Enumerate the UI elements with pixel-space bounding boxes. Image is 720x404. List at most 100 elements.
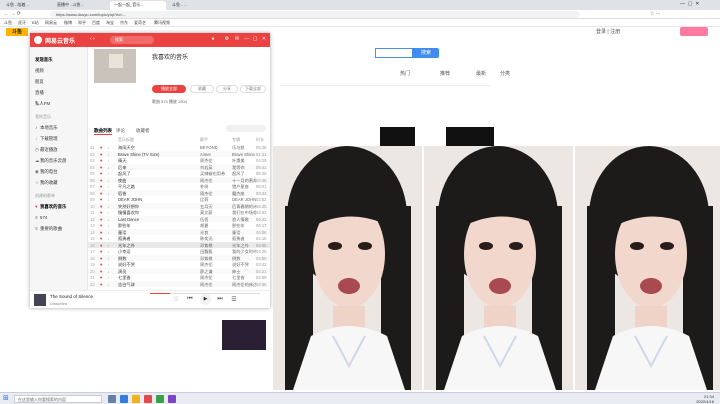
task-view-icon[interactable] xyxy=(108,395,116,403)
back-forward-icon[interactable]: ‹ › xyxy=(90,36,95,42)
sidebar-item-collection[interactable]: ☆我的收藏 xyxy=(35,180,58,186)
bookmark[interactable]: 爱奇艺 xyxy=(134,20,146,26)
sidebar-item-fm[interactable]: 私人FM xyxy=(35,101,50,107)
download-icon[interactable]: ↓ xyxy=(107,262,109,267)
player-search-input[interactable]: 搜索 xyxy=(110,36,154,44)
heart-icon[interactable]: ♥ xyxy=(100,197,103,202)
register-link[interactable]: 注册 xyxy=(610,29,620,35)
app-icon[interactable] xyxy=(156,395,164,403)
download-all-button[interactable]: 下载全部 xyxy=(240,85,266,93)
site-section-tab[interactable]: 最新 xyxy=(476,70,486,77)
bookmark[interactable]: 京东 xyxy=(120,20,128,26)
bookmark[interactable]: 知乎 xyxy=(78,20,86,26)
maximize-icon[interactable]: ▢ xyxy=(252,36,258,44)
tab-comments[interactable]: 评论 xyxy=(116,128,125,134)
column-header-title[interactable]: 音乐标题 xyxy=(118,137,134,143)
bookmark[interactable]: 虎牙 xyxy=(18,20,26,26)
heart-icon[interactable]: ♥ xyxy=(100,158,103,163)
previous-icon[interactable]: ⏮ xyxy=(186,296,194,303)
playlist-icon[interactable]: ☰ xyxy=(230,296,238,303)
song-artist[interactable]: Aimer xyxy=(200,152,230,157)
download-icon[interactable]: ↓ xyxy=(107,210,109,215)
video-thumbnail[interactable] xyxy=(222,320,266,350)
download-icon[interactable]: ↓ xyxy=(107,197,109,202)
collect-button[interactable]: 收藏 xyxy=(190,85,214,93)
bookmark[interactable]: 淘宝 xyxy=(106,20,114,26)
download-icon[interactable]: ↓ xyxy=(107,243,109,248)
column-header-time[interactable]: 时长 xyxy=(256,137,264,143)
heart-icon[interactable]: ♥ xyxy=(100,152,103,157)
heart-icon[interactable]: ♥ xyxy=(100,223,103,228)
download-icon[interactable]: ↓ xyxy=(107,249,109,254)
sidebar-item-discover[interactable]: 发现音乐 xyxy=(35,57,53,63)
song-album[interactable]: DEAR JOHN xyxy=(232,197,256,202)
heart-icon[interactable]: ♥ xyxy=(100,184,103,189)
site-logo[interactable]: 斗鱼 xyxy=(6,28,28,36)
play-button[interactable]: ▶ xyxy=(200,294,211,305)
site-section-tab[interactable]: 分类 xyxy=(500,70,510,77)
video-thumbnail[interactable] xyxy=(380,127,415,147)
browser-tab[interactable]: 斗鱼 - ... xyxy=(168,1,216,10)
download-icon[interactable]: ↓ xyxy=(107,191,109,196)
heart-icon[interactable]: ♥ xyxy=(100,171,103,176)
song-artist[interactable]: 周杰伦 xyxy=(200,282,230,288)
column-header-album[interactable]: 专辑 xyxy=(232,137,240,143)
now-playing-title[interactable]: The Sound of Silence xyxy=(50,294,93,299)
mail-icon[interactable]: ✉ xyxy=(234,36,240,44)
download-icon[interactable]: ↓ xyxy=(107,230,109,235)
download-icon[interactable]: ↓ xyxy=(107,236,109,241)
sidebar-item-playlist[interactable]: ≡ 重要的歌曲 xyxy=(35,226,62,232)
song-album[interactable]: Brave Shine xyxy=(232,152,256,157)
heart-icon[interactable]: ♥ xyxy=(100,178,103,183)
heart-icon[interactable]: ♥ xyxy=(100,275,103,280)
sidebar-item-local[interactable]: ♪ 本地音乐 xyxy=(35,125,58,131)
video-feed[interactable] xyxy=(424,146,573,390)
site-live-button[interactable] xyxy=(680,27,708,36)
site-section-tab[interactable]: 热门 xyxy=(400,70,410,77)
heart-icon[interactable]: ♥ xyxy=(100,210,103,215)
download-icon[interactable]: ↓ xyxy=(107,165,109,170)
heart-icon[interactable]: ♥ xyxy=(100,145,103,150)
song-title[interactable]: 告白气球 xyxy=(118,282,198,288)
heart-icon[interactable]: ♥ xyxy=(100,165,103,170)
now-playing-artist[interactable]: Disturbed xyxy=(50,301,67,306)
song-artist[interactable]: BEYOND xyxy=(200,145,230,150)
sidebar-item-cloud[interactable]: ☁我的音乐云盘 xyxy=(35,158,66,164)
download-icon[interactable]: ↓ xyxy=(107,217,109,222)
sidebar-item-downloads[interactable]: ↓ 下载管理 xyxy=(35,136,58,142)
song-title[interactable]: Brave Shine (TV Size) xyxy=(118,152,198,157)
download-icon[interactable]: ↓ xyxy=(107,145,109,150)
download-icon[interactable]: ↓ xyxy=(107,184,109,189)
heart-icon[interactable]: ♥ xyxy=(100,256,103,261)
download-icon[interactable]: ↓ xyxy=(107,158,109,163)
download-icon[interactable]: ↓ xyxy=(107,223,109,228)
video-feed[interactable] xyxy=(273,146,422,390)
download-icon[interactable]: ↓ xyxy=(107,178,109,183)
sidebar-item-playlist[interactable]: ≡ 574 xyxy=(35,215,47,220)
edge-browser-icon[interactable] xyxy=(120,395,128,403)
bookmark[interactable]: 微博 xyxy=(64,20,72,26)
browser-tab[interactable]: 斗鱼 - 陪着... xyxy=(2,1,52,10)
download-icon[interactable]: ↓ xyxy=(107,282,109,287)
play-all-button[interactable]: 播放全部 xyxy=(152,85,186,93)
login-link[interactable]: 登录 xyxy=(596,29,606,35)
download-icon[interactable]: ↓ xyxy=(107,152,109,157)
heart-icon[interactable]: ♥ xyxy=(100,282,103,287)
video-thumbnail[interactable] xyxy=(446,127,494,147)
sidebar-item-video[interactable]: 视频 xyxy=(35,68,44,74)
bookmark[interactable]: 腾讯视频 xyxy=(154,20,170,26)
bookmark[interactable]: 百度 xyxy=(92,20,100,26)
heart-icon[interactable]: ♥ xyxy=(100,262,103,267)
share-button[interactable]: 分享 xyxy=(216,85,238,93)
tab-songs[interactable]: 歌曲列表 xyxy=(94,128,112,135)
sidebar-item-liked[interactable]: ♥ 我喜欢的音乐 xyxy=(35,204,66,210)
song-row[interactable]: 22 ♥ ↓ 告白气球周杰伦周杰伦的床边故事03:35 xyxy=(88,280,270,288)
heart-icon[interactable]: ♥ xyxy=(100,217,103,222)
site-section-tab[interactable]: 推荐 xyxy=(440,70,450,77)
sidebar-item-live[interactable]: 直播 xyxy=(35,90,44,96)
heart-icon[interactable]: ♥ xyxy=(100,191,103,196)
heart-icon[interactable]: ♥ xyxy=(100,230,103,235)
sidebar-item-friends[interactable]: 朋友 xyxy=(35,79,44,85)
download-icon[interactable]: ↓ xyxy=(107,204,109,209)
sidebar-item-recent[interactable]: ◷最近播放 xyxy=(35,147,58,153)
